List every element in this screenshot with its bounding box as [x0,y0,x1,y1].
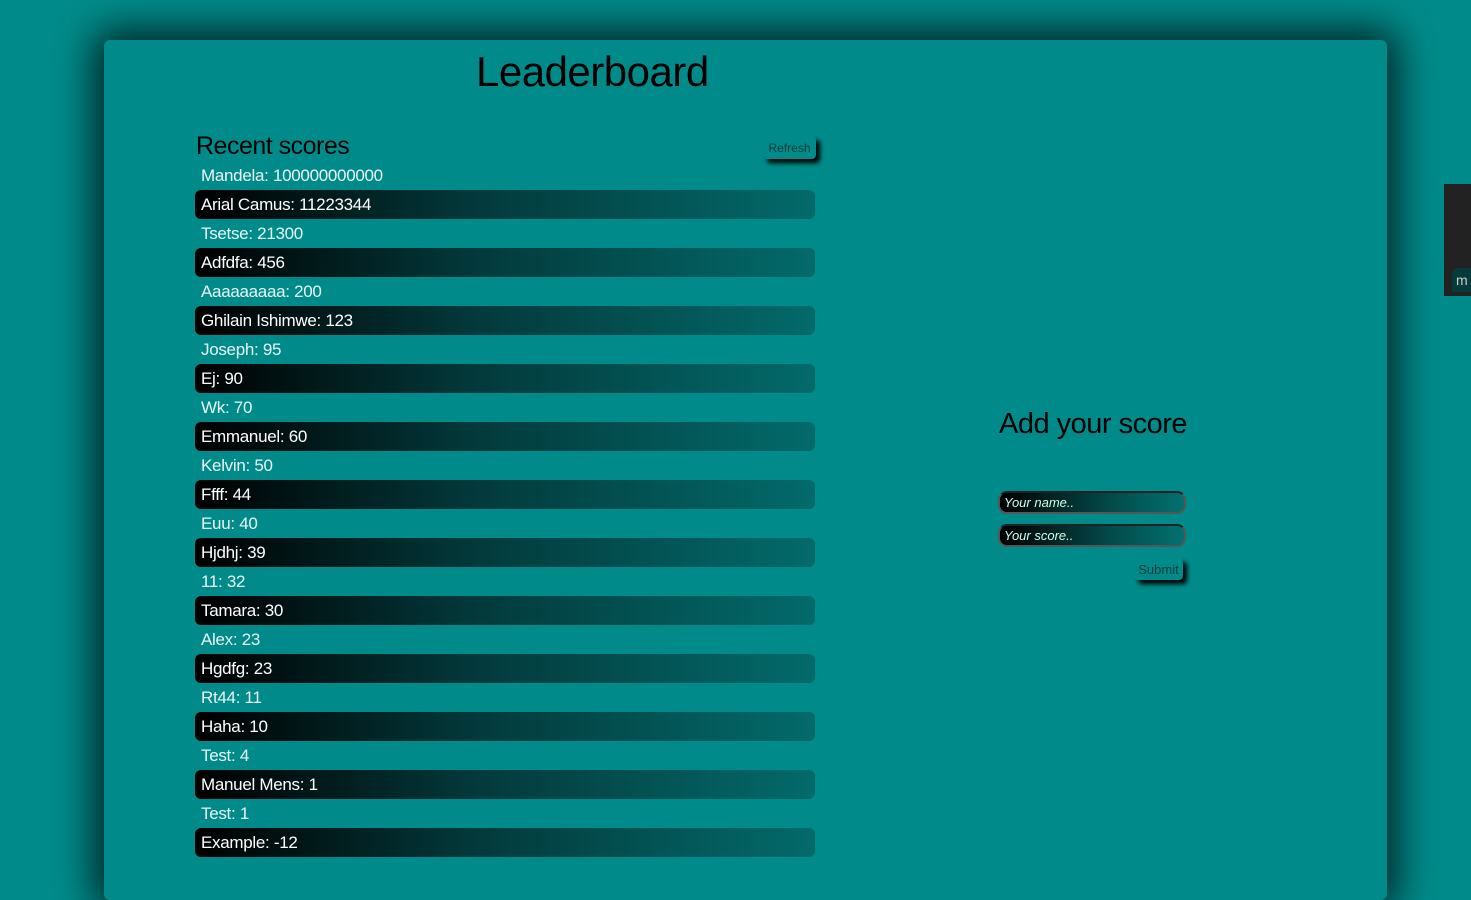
score-row: Wk: 70 [201,398,253,417]
score-row: Arial Camus: 11223344 [195,190,815,219]
score-row: Manuel Mens: 1 [195,770,815,799]
score-row: Test: 1 [201,804,249,823]
score-row: Euu: 40 [201,514,258,533]
score-row: Rt44: 11 [201,688,262,707]
page-title: Leaderboard [476,48,709,95]
score-row: Ffff: 44 [195,480,815,509]
score-row: Emmanuel: 60 [195,422,815,451]
score-row: Hjdhj: 39 [195,538,815,567]
score-row: Example: -12 [195,828,815,857]
scores-list: Mandela: 100000000000 Arial Camus: 112233… [195,161,815,857]
score-row: Tamara: 30 [195,596,815,625]
score-input[interactable] [998,524,1186,547]
score-row: Joseph: 95 [201,340,282,359]
score-row: Mandela: 100000000000 [201,166,383,185]
submit-button[interactable]: Submit [1134,558,1183,580]
side-panel: m [1444,184,1471,296]
score-row: Hgdfg: 23 [195,654,815,683]
score-row: 11: 32 [201,572,246,591]
score-row: Aaaaaaaaa: 200 [201,282,322,301]
name-input[interactable] [998,491,1186,514]
score-row: Ej: 90 [195,364,815,393]
add-score-heading: Add your score [999,408,1188,440]
score-row: Haha: 10 [195,712,815,741]
refresh-button[interactable]: Refresh [763,136,816,159]
score-row: Alex: 23 [201,630,261,649]
side-panel-button[interactable]: m [1452,268,1471,292]
recent-scores-heading: Recent scores [196,132,350,160]
score-row: Adfdfa: 456 [195,248,815,277]
score-row: Tsetse: 21300 [201,224,303,243]
score-row: Test: 4 [201,746,249,765]
score-row: Ghilain Ishimwe: 123 [195,306,815,335]
score-row: Kelvin: 50 [201,456,273,475]
